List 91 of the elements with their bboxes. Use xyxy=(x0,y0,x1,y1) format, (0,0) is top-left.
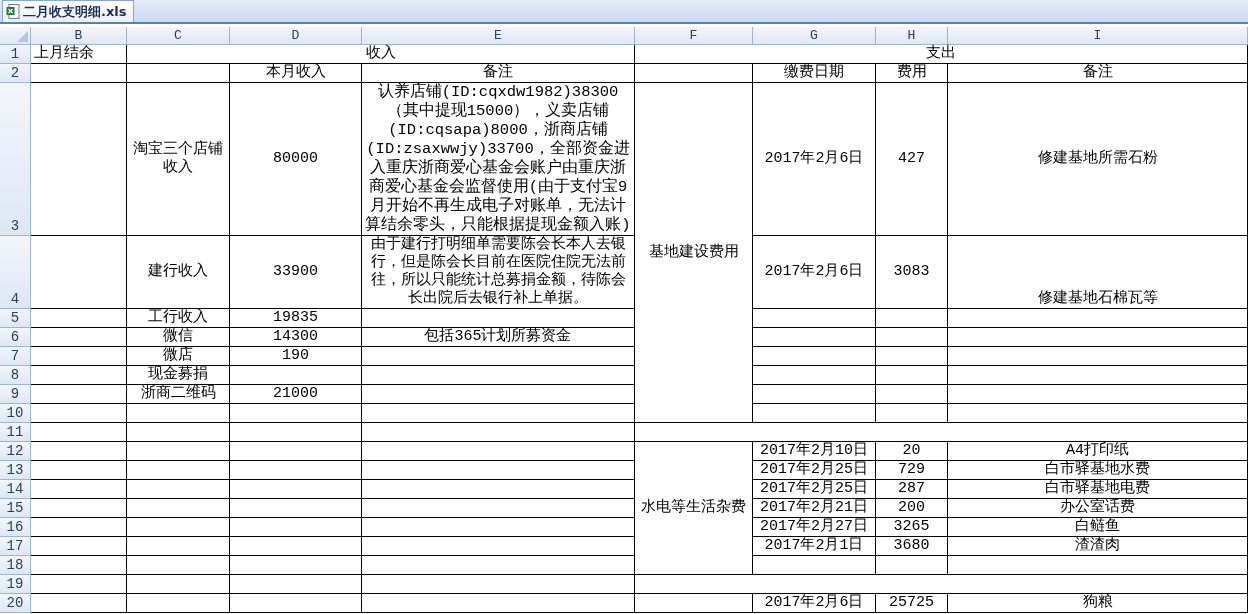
row-header[interactable]: 16 xyxy=(0,518,31,537)
table-cell: 浙商二维码 xyxy=(127,385,230,404)
row-header[interactable]: 4 xyxy=(0,236,31,309)
column-header[interactable]: F xyxy=(635,27,753,45)
table-cell: 21000 xyxy=(230,385,362,404)
row-header[interactable]: 5 xyxy=(0,309,31,328)
column-header[interactable]: H xyxy=(876,27,948,45)
table-cell: 3680 xyxy=(876,537,948,556)
table-cell: 微店 xyxy=(127,347,230,366)
table-cell: 2017年2月6日 xyxy=(753,594,876,613)
table-cell: 729 xyxy=(876,461,948,480)
table-cell: 80000 xyxy=(230,83,362,236)
row-header[interactable]: 12 xyxy=(0,442,31,461)
table-cell: 基地建设费用 xyxy=(635,83,753,423)
table-cell: 20 xyxy=(876,442,948,461)
table-cell: 200 xyxy=(876,499,948,518)
empty-cell xyxy=(876,366,948,385)
row-header[interactable]: 15 xyxy=(0,499,31,518)
table-cell: 本月收入 xyxy=(230,64,362,83)
table-cell: 备注 xyxy=(362,64,635,83)
table-cell: 缴费日期 xyxy=(753,64,876,83)
table-cell: 2017年2月25日 xyxy=(753,480,876,499)
row-header[interactable]: 3 xyxy=(0,83,31,236)
table-cell: 2017年2月1日 xyxy=(753,537,876,556)
table-cell: 上月结余 xyxy=(31,45,127,64)
column-header[interactable]: I xyxy=(948,27,1248,45)
empty-cell xyxy=(876,556,948,575)
table-cell: 由于建行打明细单需要陈会长本人去银行，但是陈会长目前在医院住院无法前往，所以只能统计总募捐金额，待陈会长出院后去银行补上单据。 xyxy=(362,236,635,309)
empty-cell xyxy=(876,309,948,328)
table-cell: 2017年2月27日 xyxy=(753,518,876,537)
row-header[interactable]: 10 xyxy=(0,404,31,423)
column-header[interactable]: C xyxy=(127,27,230,45)
table-cell: 收入 xyxy=(127,45,635,64)
table-cell: 备注 xyxy=(948,64,1248,83)
table-cell: 微信 xyxy=(127,328,230,347)
table-cell: 支出 xyxy=(635,45,1248,64)
table-cell: 修建基地石棉瓦等 xyxy=(948,236,1248,309)
table-cell: 2017年2月6日 xyxy=(753,83,876,236)
table-cell: 2017年2月6日 xyxy=(753,236,876,309)
table-cell: 190 xyxy=(230,347,362,366)
empty-cell xyxy=(876,347,948,366)
table-cell: 427 xyxy=(876,83,948,236)
table-cell: 现金募捐 xyxy=(127,366,230,385)
row-header[interactable]: 18 xyxy=(0,556,31,575)
row-header[interactable]: 17 xyxy=(0,537,31,556)
table-cell: 费用 xyxy=(876,64,948,83)
table-cell: 2017年2月10日 xyxy=(753,442,876,461)
column-header[interactable]: B xyxy=(31,27,127,45)
table-cell: 建行收入 xyxy=(127,236,230,309)
table-cell: 包括365计划所募资金 xyxy=(362,328,635,347)
column-header[interactable]: E xyxy=(362,27,635,45)
table-cell: 淘宝三个店铺收入 xyxy=(127,83,230,236)
sheet-tab[interactable]: 二月收支明细.xls xyxy=(2,0,134,22)
table-cell: 办公室话费 xyxy=(948,499,1248,518)
table-cell: 白鲢鱼 xyxy=(948,518,1248,537)
table-cell: 287 xyxy=(876,480,948,499)
table-cell: 渣渣肉 xyxy=(948,537,1248,556)
empty-cell xyxy=(876,404,948,423)
table-cell: 水电等生活杂费 xyxy=(635,442,753,575)
row-header[interactable]: 14 xyxy=(0,480,31,499)
row-header[interactable]: 1 xyxy=(0,45,31,64)
row-header[interactable]: 9 xyxy=(0,385,31,404)
table-cell: 狗粮 xyxy=(948,594,1248,613)
empty-cell xyxy=(876,328,948,347)
table-cell: 修建基地所需石粉 xyxy=(948,83,1248,236)
table-cell: 33900 xyxy=(230,236,362,309)
table-cell: 25725 xyxy=(876,594,948,613)
row-header[interactable]: 13 xyxy=(0,461,31,480)
row-header[interactable]: 11 xyxy=(0,423,31,442)
row-header[interactable]: 20 xyxy=(0,594,31,613)
row-header[interactable]: 6 xyxy=(0,328,31,347)
table-cell: 19835 xyxy=(230,309,362,328)
table-cell: 2017年2月21日 xyxy=(753,499,876,518)
empty-cell xyxy=(876,385,948,404)
row-header[interactable]: 7 xyxy=(0,347,31,366)
table-cell: 白市驿基地电费 xyxy=(948,480,1248,499)
spreadsheet-icon xyxy=(6,4,20,19)
table-cell: 3083 xyxy=(876,236,948,309)
table-cell: 认养店铺(ID:cqxdw1982)38300（其中提现15000），义卖店铺(ID:cqsapa)8000，浙商店铺(ID:zsaxwwjy)33700，全部资金进入重庆浙商爱心基金会账户由重庆浙商爱心基金会监督使用(由于支付宝9月开始不再生成电子对账单，无法计算结余零头，只能根据提现金额入账) xyxy=(362,83,635,236)
table-cell: 14300 xyxy=(230,328,362,347)
table-cell: 2017年2月25日 xyxy=(753,461,876,480)
row-header[interactable]: 2 xyxy=(0,64,31,83)
table-cell: 白市驿基地水费 xyxy=(948,461,1248,480)
column-header[interactable]: G xyxy=(753,27,876,45)
row-header[interactable]: 19 xyxy=(0,575,31,594)
column-header[interactable]: D xyxy=(230,27,362,45)
row-header[interactable]: 8 xyxy=(0,366,31,385)
table-cell: 工行收入 xyxy=(127,309,230,328)
table-cell: A4打印纸 xyxy=(948,442,1248,461)
table-cell: 3265 xyxy=(876,518,948,537)
select-all-button[interactable] xyxy=(17,31,28,42)
